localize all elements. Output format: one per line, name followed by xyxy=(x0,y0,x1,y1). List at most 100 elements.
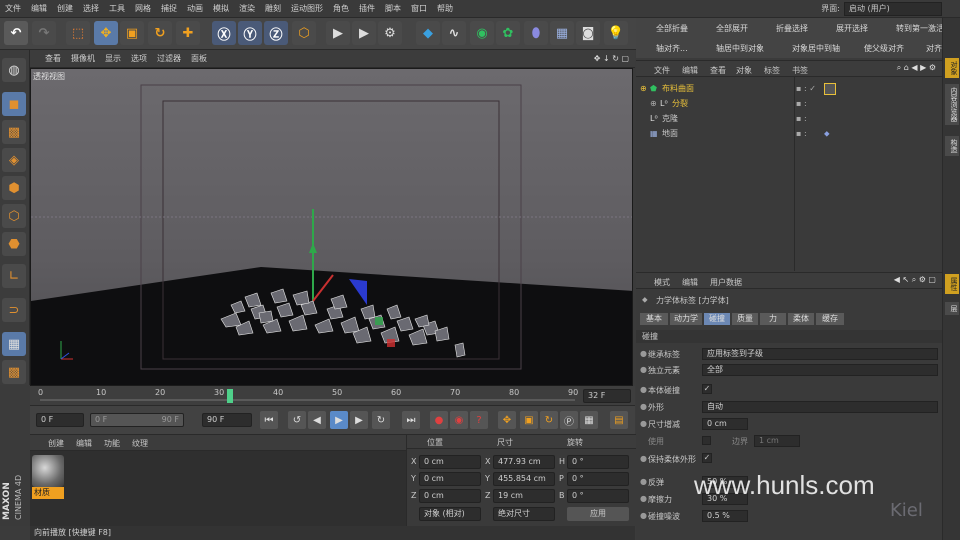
obj-nav-icons[interactable]: ⌕ ⌂ ◀ ▶ ⚙ xyxy=(897,63,936,73)
mat-menu-create[interactable]: 创建 xyxy=(48,438,64,449)
collapse-all-button[interactable]: 全部折叠 xyxy=(642,20,688,38)
size-z-field[interactable]: 19 cm xyxy=(493,489,555,503)
menu-character[interactable]: 角色 xyxy=(328,0,354,18)
interface-select[interactable]: 启动 (用户) xyxy=(844,2,942,16)
tab-content-browser[interactable]: 内容浏览器 xyxy=(945,84,959,125)
tab-softbody[interactable]: 柔体 xyxy=(788,313,814,325)
material-swatch[interactable] xyxy=(32,455,64,487)
key-scale-icon[interactable]: ▣ xyxy=(520,411,538,429)
inherit-tag-select[interactable]: 应用标签到子级 xyxy=(702,348,938,360)
model-mode-icon[interactable]: ◼ xyxy=(2,92,26,116)
rot-h-field[interactable]: 0 ° xyxy=(567,455,629,469)
size-y-field[interactable]: 455.854 cm xyxy=(493,472,555,486)
key-rotation-icon[interactable]: ↻ xyxy=(540,411,558,429)
menu-select[interactable]: 选择 xyxy=(78,0,104,18)
tab-force[interactable]: 力 xyxy=(760,313,786,325)
tab-objects[interactable]: 对象 xyxy=(945,58,959,78)
rot-b-field[interactable]: 0 ° xyxy=(567,489,629,503)
obj-menu-object[interactable]: 对象 xyxy=(736,65,752,76)
current-frame-field[interactable]: 32 F xyxy=(583,389,631,403)
menu-mesh[interactable]: 网格 xyxy=(130,0,156,18)
menu-snap[interactable]: 捕捉 xyxy=(156,0,182,18)
snap-icon[interactable]: ⊃ xyxy=(2,298,26,322)
visibility-icon[interactable]: ▪ : xyxy=(796,126,807,141)
camera-icon[interactable]: ◙ xyxy=(576,21,600,45)
menu-help[interactable]: 帮助 xyxy=(432,0,458,18)
collider-tag-icon[interactable]: ⬥ xyxy=(824,126,830,141)
add-icon[interactable]: ✚ xyxy=(176,21,200,45)
tab-dynamics[interactable]: 动力学 xyxy=(670,313,702,325)
menu-script[interactable]: 脚本 xyxy=(380,0,406,18)
size-increment-field[interactable]: 0 cm xyxy=(702,418,748,430)
shape-select[interactable]: 自动 xyxy=(702,401,938,413)
expand-icon[interactable]: ⊕ xyxy=(650,96,657,111)
attr-menu-mode[interactable]: 模式 xyxy=(654,277,670,288)
visibility-icon[interactable]: ▪ : xyxy=(796,96,807,111)
visibility-icon[interactable]: ▪ : ✓ xyxy=(796,81,816,96)
preview-range-slider[interactable]: 0 F 90 F xyxy=(90,413,184,427)
nurbs-icon[interactable]: ◉ xyxy=(470,21,494,45)
keyframe-selection-icon[interactable]: ? xyxy=(470,411,488,429)
menu-tools[interactable]: 工具 xyxy=(104,0,130,18)
make-editable-icon[interactable]: ◍ xyxy=(2,58,26,82)
x-axis-icon[interactable]: Ⓧ xyxy=(212,21,236,45)
pos-y-field[interactable]: 0 cm xyxy=(419,472,481,486)
menu-file[interactable]: 文件 xyxy=(0,0,26,18)
scale-icon[interactable]: ▣ xyxy=(120,21,144,45)
object-row[interactable]: L⁰ 克隆 ▪ : xyxy=(636,111,942,126)
tab-basic[interactable]: 基本 xyxy=(640,313,668,325)
goto-first-active-button[interactable]: 转到第一激活对象 xyxy=(882,20,942,38)
viewport-nav-icons[interactable]: ✥ ↓ ↻ ▢ xyxy=(594,50,629,68)
dynamics-tag-icon[interactable] xyxy=(824,83,836,95)
size-x-field[interactable]: 477.93 cm xyxy=(493,455,555,469)
axis-align-button[interactable]: 轴对齐... xyxy=(642,40,688,58)
key-pla-icon[interactable]: ▦ xyxy=(580,411,598,429)
go-to-end-icon[interactable]: ⏭ xyxy=(402,411,420,429)
move-icon[interactable]: ✥ xyxy=(94,21,118,45)
object-row[interactable]: ⊕ L⁰ 分裂 ▪ : xyxy=(636,96,942,111)
menu-render[interactable]: 渲染 xyxy=(234,0,260,18)
menu-window[interactable]: 窗口 xyxy=(406,0,432,18)
render-settings-icon[interactable]: ⚙ xyxy=(378,21,402,45)
attr-nav-icons[interactable]: ◀ ↖ ⌕ ⚙ ▢ xyxy=(894,275,936,285)
attr-menu-userdata[interactable]: 用户数据 xyxy=(710,277,742,288)
obj-menu-tag[interactable]: 标签 xyxy=(764,65,780,76)
menu-simulate[interactable]: 模拟 xyxy=(208,0,234,18)
key-position-icon[interactable]: ✥ xyxy=(498,411,516,429)
object-row[interactable]: ⊕ ⬟ 布料曲面 ▪ : ✓ xyxy=(636,81,942,96)
mat-menu-function[interactable]: 功能 xyxy=(104,438,120,449)
undo-icon[interactable]: ↶ xyxy=(4,21,28,45)
record-keys-icon[interactable]: ● xyxy=(430,411,448,429)
vp-menu-view[interactable]: 查看 xyxy=(40,50,66,68)
coordinate-system-icon[interactable]: ⬡ xyxy=(292,21,316,45)
object-row[interactable]: ▦ 地面 ▪ : ⬥ xyxy=(636,126,942,141)
expand-selection-button[interactable]: 展开选择 xyxy=(822,20,868,38)
edges-mode-icon[interactable]: ⬡ xyxy=(2,204,26,228)
menu-edit[interactable]: 编辑 xyxy=(26,0,52,18)
align-to-button[interactable]: 对齐到 xyxy=(912,40,942,58)
menu-animate[interactable]: 动画 xyxy=(182,0,208,18)
material-name[interactable]: 材质 xyxy=(32,487,64,499)
menu-mograph[interactable]: 运动图形 xyxy=(286,0,328,18)
expand-all-button[interactable]: 全部展开 xyxy=(702,20,748,38)
autokey-icon[interactable]: ◉ xyxy=(450,411,468,429)
coord-mode-select[interactable]: 对象 (相对) xyxy=(419,507,481,521)
obj-menu-file[interactable]: 文件 xyxy=(654,65,670,76)
next-key-icon[interactable]: ↻ xyxy=(372,411,390,429)
workplane-icon[interactable]: ▦ xyxy=(2,332,26,356)
attr-menu-edit[interactable]: 编辑 xyxy=(682,277,698,288)
end-frame-field[interactable]: 90 F xyxy=(202,413,252,427)
pos-z-field[interactable]: 0 cm xyxy=(419,489,481,503)
texture-mode-icon[interactable]: ▩ xyxy=(2,120,26,144)
previous-key-icon[interactable]: ↺ xyxy=(288,411,306,429)
keep-soft-shape-checkbox[interactable]: ✓ xyxy=(702,453,712,463)
vp-menu-panel[interactable]: 面板 xyxy=(186,50,212,68)
mat-menu-texture[interactable]: 纹理 xyxy=(132,438,148,449)
tab-layers[interactable]: 层 xyxy=(945,302,959,315)
play-forward-icon[interactable]: ▶ xyxy=(330,411,348,429)
apply-button[interactable]: 应用 xyxy=(567,507,629,521)
light-icon[interactable]: 💡 xyxy=(604,21,628,45)
polygons-mode-icon[interactable]: ⬣ xyxy=(2,232,26,256)
axis-center-button[interactable]: 轴居中到对象 xyxy=(702,40,764,58)
object-center-button[interactable]: 对象居中到轴 xyxy=(778,40,840,58)
